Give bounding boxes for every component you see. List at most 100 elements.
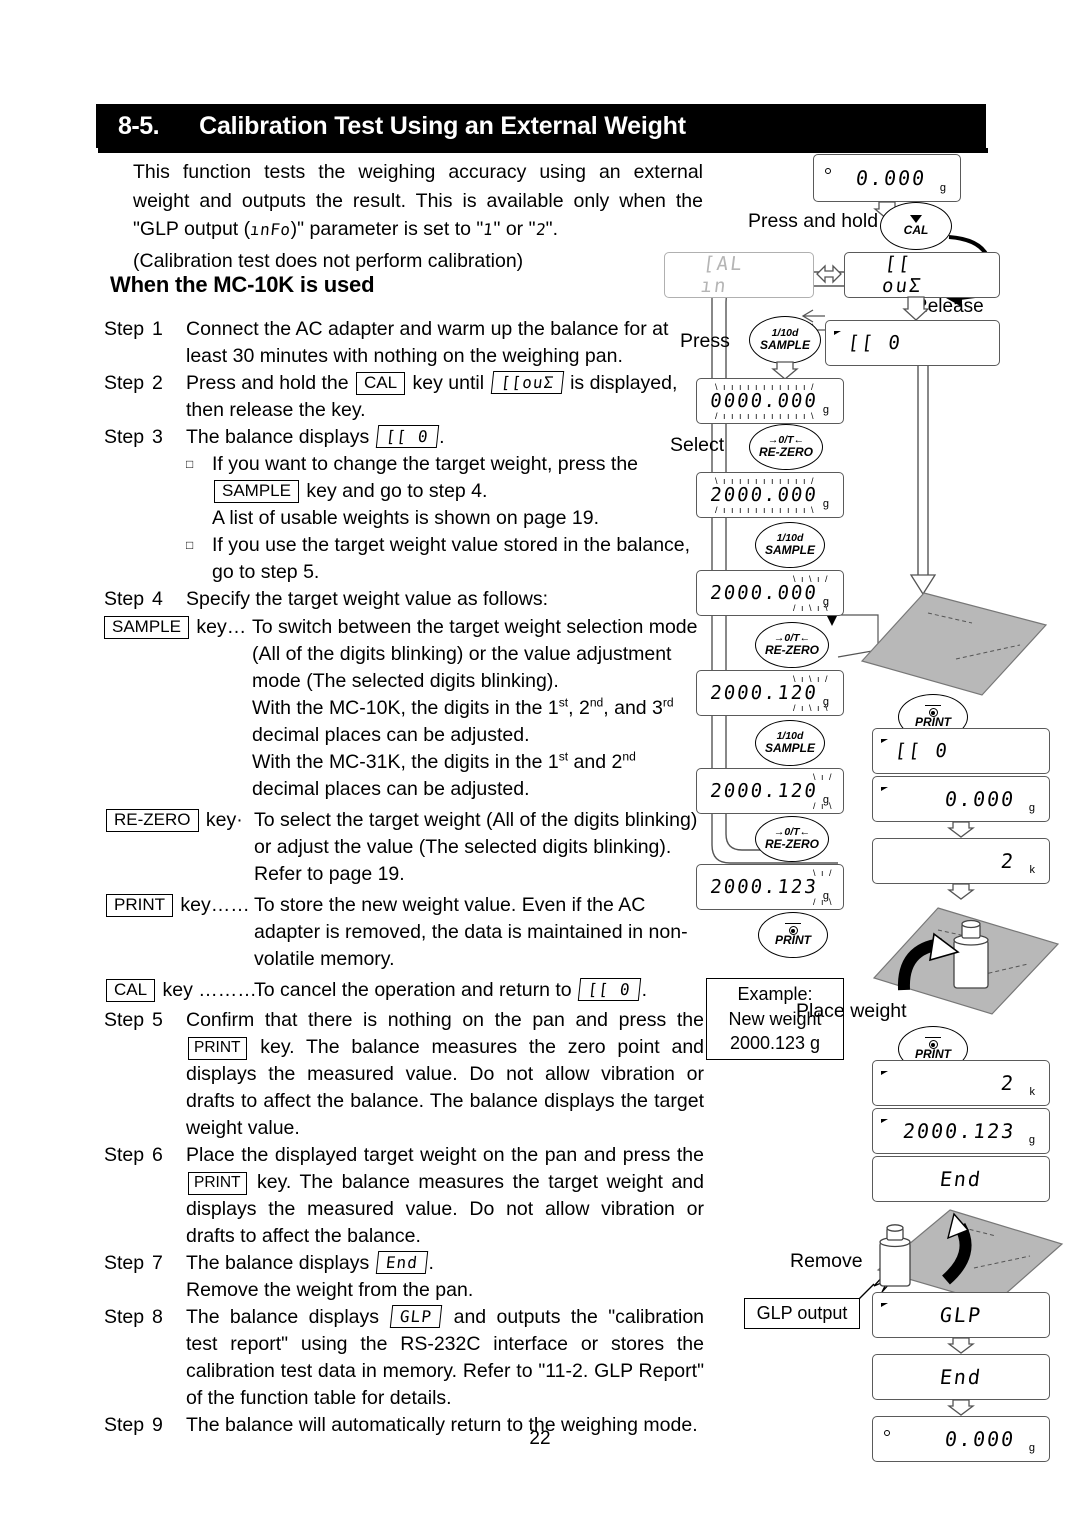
step-7-text: The balance displays End. Remove the weig…: [186, 1250, 704, 1304]
print-keycap[interactable]: PRINT: [106, 894, 173, 917]
bullet-1-text: If you want to change the target weight,…: [212, 451, 704, 532]
lcd-value: 2000.120: [709, 682, 820, 704]
rezero-key-label: RE-ZERO: [759, 445, 813, 460]
glp-value-1-lcd: 1: [482, 220, 495, 239]
step-5: Step 5 Confirm that there is nothing on …: [104, 1007, 704, 1142]
key-word: key: [162, 979, 193, 1001]
end-lcd-box: End: [375, 1251, 428, 1274]
intro-line2: )" parameter is set to ": [290, 218, 484, 240]
lcd-display-2000120-last1-blink: \ ı / 2000.120 / ı \ g: [696, 768, 844, 814]
lcd-display-2000123-last1-blink: \ ı / 2000.123 / ı \ g: [696, 864, 844, 910]
sample-key-button-3[interactable]: 1/10d SAMPLE: [755, 720, 825, 766]
lcd-value: 2000.120: [709, 780, 820, 802]
step-8-pre: The balance displays: [186, 1306, 380, 1328]
down-arrow-icon: [947, 821, 975, 838]
lcd-value: 0.000: [943, 787, 1017, 811]
lcd-value: [[ 0: [893, 740, 951, 762]
leader-dots: …: [226, 616, 247, 638]
lcd-display-0000-initial: 0.000 g: [813, 154, 961, 202]
sup-st2: st: [558, 749, 569, 764]
lcd-unit: g: [822, 890, 829, 902]
intro-note: (Calibration test does not perform calib…: [133, 249, 524, 272]
step-label: Step: [104, 426, 145, 448]
lcd-value: 2: [999, 1071, 1017, 1095]
stable-indicator-icon: [881, 787, 888, 791]
step-6: Step 6 Place the displayed target weight…: [104, 1142, 704, 1250]
sample-keycap[interactable]: SAMPLE: [104, 616, 189, 639]
step-2: Step 2 Press and hold the CAL key until …: [104, 370, 704, 424]
cc0-lcd-box: [[ 0: [375, 425, 439, 448]
step-label: Step: [104, 318, 145, 340]
intro-paragraph: This function tests the weighing accurac…: [133, 158, 703, 275]
info-param-lcd: ınFo: [249, 220, 292, 239]
lcd-value: End: [938, 1365, 984, 1389]
print-key-button-1[interactable]: PRINT: [758, 912, 828, 958]
step-2-text: Press and hold the CAL key until [[ouƩ i…: [186, 370, 704, 424]
bullet-1-post: key and go to step 4.: [306, 480, 488, 502]
stable-indicator-icon: [881, 1303, 888, 1307]
key-word: key: [196, 616, 227, 638]
step-6-post: key. The balance measures the target wei…: [186, 1171, 704, 1247]
cal-body-text: To cancel the operation and return to: [254, 979, 572, 1001]
weighing-pan-illustration-1: [860, 592, 1048, 696]
keydef-rezero-key: RE-ZERO key·: [104, 807, 254, 834]
rezero-key-button-3[interactable]: →0/T← RE-ZERO: [755, 816, 829, 862]
cal-keycap[interactable]: CAL: [356, 372, 406, 395]
print-bar-icon: [785, 922, 801, 925]
sample-body-3: With the MC-31K, the digits in the 1st a…: [252, 749, 636, 800]
section-header-banner: 8-5. Calibration Test Using an External …: [96, 104, 986, 148]
sample-key-button-2[interactable]: 1/10d SAMPLE: [755, 522, 825, 568]
rezero-key-label: RE-ZERO: [765, 837, 819, 852]
step-6-pre: Place the displayed target weight on the…: [186, 1144, 704, 1166]
step-4-text: Specify the target weight value as follo…: [186, 588, 549, 610]
lcd-unit: g: [822, 404, 829, 416]
glp-output-label-box: GLP output: [744, 1298, 860, 1329]
step-label: Step: [104, 1306, 145, 1328]
sup-st: st: [558, 695, 569, 710]
sample-key-button-1[interactable]: 1/10d SAMPLE: [749, 316, 821, 364]
lcd-display-0000-zero-point: 0.000 g: [872, 776, 1050, 822]
rezero-key-button-2[interactable]: →0/T← RE-ZERO: [755, 622, 829, 668]
print-keycap[interactable]: PRINT: [188, 1172, 247, 1195]
blink-bottom-ticks: / ı ı ı ı ı ı ı ı ı ı ı \: [715, 411, 816, 421]
print-dot-icon: [928, 1040, 938, 1050]
step-5-pre: Confirm that there is nothing on the pan…: [186, 1009, 704, 1031]
mc10k-b: , 2: [568, 697, 590, 719]
leader-dots: ·: [236, 809, 243, 831]
keydef-sample-key: SAMPLE key…: [102, 614, 252, 641]
step-label: Step: [104, 1009, 145, 1031]
label-select: Select: [670, 434, 725, 456]
glp-lcd-box: GLP: [390, 1305, 443, 1328]
step-number: 3: [152, 426, 163, 448]
lcd-value: 2000.123: [901, 1119, 1017, 1143]
lcd-value: [[ ouƩ: [880, 253, 924, 297]
step-number: 5: [152, 1009, 163, 1031]
keydef-cal-body: To cancel the operation and return to [[…: [254, 977, 704, 1004]
lcd-display-0000000: \ ı ı ı ı ı ı ı ı ı ı ı / 0000.000 / ı ı…: [696, 378, 844, 424]
step-8: Step 8 The balance displays GLP and outp…: [104, 1304, 704, 1412]
label-press-and-hold: Press and hold: [748, 210, 879, 232]
subsection-heading: When the MC-10K is used: [110, 272, 375, 297]
lcd-value: [AL ın: [699, 253, 746, 297]
cal-key-label: CAL: [903, 223, 929, 238]
sample-body-1: To switch between the target weight sele…: [252, 616, 698, 692]
cal-key-button[interactable]: CAL: [880, 202, 952, 250]
step-7-pre: The balance displays: [186, 1252, 370, 1274]
cal-keycap[interactable]: CAL: [106, 979, 156, 1002]
sup-nd: nd: [589, 695, 604, 710]
sample-keycap[interactable]: SAMPLE: [214, 480, 299, 503]
sample-key-label: SAMPLE: [764, 543, 815, 558]
step-label: Step: [104, 1252, 145, 1274]
left-right-arrow-icon: [816, 264, 842, 284]
lcd-unit: g: [822, 498, 829, 510]
rezero-key-button-1[interactable]: →0/T← RE-ZERO: [749, 424, 823, 470]
print-keycap[interactable]: PRINT: [188, 1037, 247, 1060]
rezero-keycap[interactable]: RE-ZERO: [106, 809, 199, 832]
page-title: Calibration Test Using an External Weigh…: [199, 111, 686, 140]
sample-key-label: SAMPLE: [759, 338, 810, 353]
sup-nd2: nd: [622, 749, 636, 764]
lcd-value: 2000.000: [709, 484, 820, 506]
step-2-mid: key until: [412, 372, 485, 394]
step-number: 2: [152, 372, 163, 394]
lcd-value: 2: [999, 849, 1017, 873]
